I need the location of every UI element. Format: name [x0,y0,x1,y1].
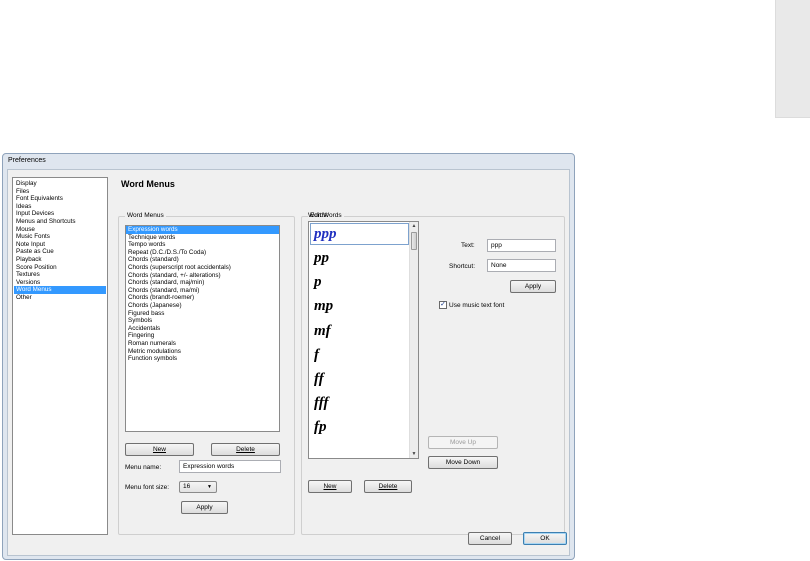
nav-item-score-position[interactable]: Score Position [14,264,106,272]
word-menu-item[interactable]: Metric modulations [126,348,279,356]
word-menus-group-label: Word Menus [125,212,166,219]
words-list[interactable]: ppp pp p mp mf f ff fff fp ▲ ▼ [308,221,419,459]
word-menu-item[interactable]: Chords (superscript root accidentals) [126,264,279,272]
new-word-button[interactable]: New [308,480,352,493]
nav-item-textures[interactable]: Textures [14,271,106,279]
word-menu-item[interactable]: Symbols [126,317,279,325]
ok-button[interactable]: OK [523,532,567,545]
word-item[interactable]: mf [309,319,418,343]
nav-item-files[interactable]: Files [14,188,106,196]
nav-item-other[interactable]: Other [14,294,106,302]
dialog-title: Preferences [8,157,46,164]
delete-word-button[interactable]: Delete [364,480,412,493]
word-menu-item[interactable]: Chords (brandt-roemer) [126,294,279,302]
word-menu-item[interactable]: Function symbols [126,355,279,363]
menu-font-size-label: Menu font size: [125,484,170,491]
delete-menu-button[interactable]: Delete [211,443,280,456]
page-title: Word Menus [121,179,175,189]
move-down-button[interactable]: Move Down [428,456,498,469]
text-label: Text: [461,242,475,249]
new-menu-button-label: New [152,446,166,453]
word-menu-item[interactable]: Fingering [126,332,279,340]
word-menu-item[interactable]: Roman numerals [126,340,279,348]
scroll-down-arrow-icon[interactable]: ▼ [410,450,418,458]
delete-word-button-label: Delete [378,483,398,490]
words-items: ppp pp p mp mf f ff fff fp [309,223,418,440]
apply-menu-button[interactable]: Apply [181,501,228,514]
nav-item-playback[interactable]: Playback [14,256,106,264]
word-menu-item[interactable]: Chords (standard, ma/mi) [126,287,279,295]
preferences-dialog: Preferences Display Files Font Equivalents… [2,153,575,560]
apply-word-button[interactable]: Apply [510,280,556,293]
nav-item-font-equivalents[interactable]: Font Equivalents [14,195,106,203]
word-item[interactable]: f [309,343,418,367]
menu-font-size-value: 16 [183,483,191,490]
nav-item-paste-as-cue[interactable]: Paste as Cue [14,248,106,256]
word-menu-item[interactable]: Chords (standard) [126,256,279,264]
menu-font-size-select[interactable]: 16 ▼ [179,481,217,493]
scroll-up-arrow-icon[interactable]: ▲ [410,222,418,230]
side-panel-tab [775,0,810,118]
checkmark-icon: ✓ [440,301,446,308]
nav-item-ideas[interactable]: Ideas [14,203,106,211]
word-menu-item[interactable]: Chords (standard, +/- alterations) [126,272,279,280]
new-word-button-label: New [323,483,337,490]
text-field[interactable]: ppp [487,239,556,252]
preferences-category-list[interactable]: Display Files Font Equivalents Ideas Input D… [12,177,108,535]
nav-item-word-menus[interactable]: Word Menus [14,286,106,294]
nav-item-versions[interactable]: Versions [14,279,106,287]
word-menus-list[interactable]: Expression words Technique words Tempo wor… [125,225,280,432]
word-menu-item[interactable]: Repeat (D.C./D.S./To Coda) [126,249,279,257]
chevron-down-icon: ▼ [207,484,212,490]
nav-item-music-fonts[interactable]: Music Fonts [14,233,106,241]
shortcut-label: Shortcut: [449,263,476,270]
word-item[interactable]: fff [309,391,418,415]
menu-name-field[interactable]: Expression words [179,460,281,473]
nav-item-display[interactable]: Display [14,180,106,188]
use-music-font-checkbox[interactable]: ✓ [439,301,447,309]
use-music-font-label: Use music text font [449,302,505,309]
dialog-client-area: Display Files Font Equivalents Ideas Input D… [7,169,570,556]
word-item[interactable]: pp [309,246,418,270]
word-item[interactable]: mp [309,294,418,318]
nav-item-input-devices[interactable]: Input Devices [14,210,106,218]
nav-item-mouse[interactable]: Mouse [14,226,106,234]
word-item[interactable]: ppp [310,223,409,245]
menu-name-label: Menu name: [125,464,162,471]
scrollbar-thumb[interactable] [411,232,417,250]
words-scrollbar[interactable]: ▲ ▼ [409,222,418,458]
word-menu-item[interactable]: Expression words [126,226,279,234]
word-menu-item[interactable]: Tempo words [126,241,279,249]
nav-item-menus-and-shortcuts[interactable]: Menus and Shortcuts [14,218,106,226]
word-menu-item[interactable]: Accidentals [126,325,279,333]
word-menu-item[interactable]: Technique words [126,234,279,242]
move-up-button[interactable]: Move Up [428,436,498,449]
word-item[interactable]: ff [309,367,418,391]
word-item[interactable]: fp [309,415,418,439]
word-menu-item[interactable]: Chords (standard, maj/min) [126,279,279,287]
shortcut-field[interactable]: None [487,259,556,272]
word-menu-item[interactable]: Figured bass [126,310,279,318]
cancel-button[interactable]: Cancel [468,532,512,545]
delete-menu-button-label: Delete [236,446,255,453]
new-menu-button[interactable]: New [125,443,194,456]
word-item[interactable]: p [309,270,418,294]
words-label: Words: [308,212,329,219]
word-menu-item[interactable]: Chords (Japanese) [126,302,279,310]
nav-item-note-input[interactable]: Note Input [14,241,106,249]
